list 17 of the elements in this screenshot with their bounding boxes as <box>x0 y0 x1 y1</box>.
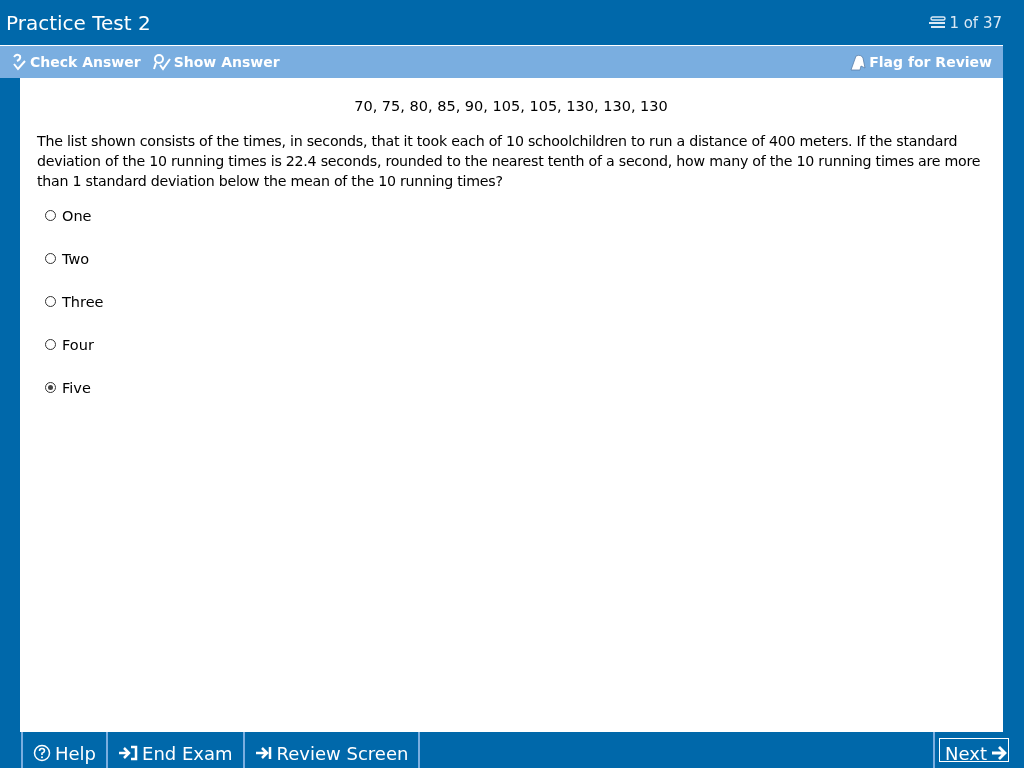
answer-option[interactable]: Two <box>45 248 985 269</box>
question-counter: 1 of 37 <box>949 13 1002 32</box>
window-title: Practice Test 2 <box>6 10 151 35</box>
answer-option[interactable]: Three <box>45 291 985 312</box>
data-list: 70, 75, 80, 85, 90, 105, 105, 130, 130, 130 <box>37 98 985 114</box>
exit-arrow-icon <box>118 745 139 761</box>
answer-option[interactable]: Four <box>45 334 985 355</box>
answer-option[interactable]: Five <box>45 377 985 398</box>
check-icon <box>11 53 27 71</box>
answer-option[interactable]: One <box>45 205 985 226</box>
list-icon <box>928 15 947 30</box>
flag-icon <box>848 53 867 71</box>
arrow-to-bar-icon <box>254 745 273 761</box>
help-icon <box>33 744 51 762</box>
question-text: The list shown consists of the times, in seconds, that it took each of 10 schoolchildren to run a distance of 400 meters. If the standard deviation of the 10 running times is 22.4 seconds, rounded to the nearest tenth of a second, how many of the 10 running times are more than 1 standard deviation below the mean of the 10 running times? <box>37 132 982 191</box>
arrow-right-icon <box>991 745 1007 761</box>
magnifier-check-icon <box>152 53 171 71</box>
